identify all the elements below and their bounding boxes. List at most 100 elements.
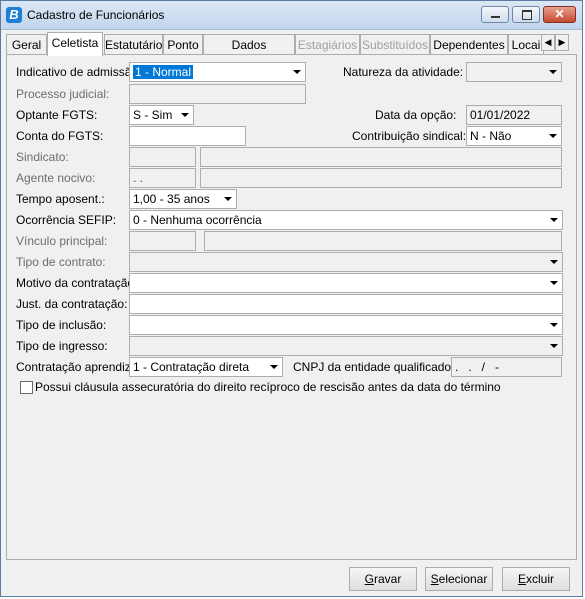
gravar-label: ravar <box>374 572 402 586</box>
vinculo-principal-code-field <box>129 231 196 251</box>
agente-nocivo-name-field <box>200 168 562 188</box>
app-logo-icon: B <box>6 7 22 23</box>
agente-nocivo-code-value: . . <box>133 171 144 185</box>
chevron-down-icon <box>546 254 561 270</box>
selecionar-accel: S <box>430 572 439 586</box>
agente-nocivo-code-field: . . <box>129 168 196 188</box>
optante-fgts-value: S - Sim <box>133 108 173 122</box>
excluir-label: xcluir <box>526 572 555 586</box>
tab-label: Celetista <box>51 36 99 50</box>
tab-ponto[interactable]: Ponto <box>163 34 203 55</box>
tab-label: Estagiários <box>297 38 358 52</box>
cnpj-entidade-field: . . / - <box>451 357 562 377</box>
close-button[interactable]: ✕ <box>543 6 576 23</box>
selecionar-label: elecionar <box>438 572 488 586</box>
data-opcao-label: Data da opção: <box>375 108 457 122</box>
excluir-accel: E <box>517 572 526 586</box>
tab-locais[interactable]: Locai <box>508 34 544 55</box>
chevron-down-icon <box>177 107 192 123</box>
tab-bar: Geral Celetista Estatutário Ponto Dados … <box>6 32 581 72</box>
cnpj-entidade-value: . . / - <box>455 360 500 374</box>
data-opcao-value: 01/01/2022 <box>470 108 531 122</box>
sindicato-code-field <box>129 147 196 167</box>
conta-fgts-label: Conta do FGTS: <box>16 129 104 143</box>
natureza-atividade-label: Natureza da atividade: <box>343 65 464 79</box>
tab-label: Locai <box>511 38 541 52</box>
contribuicao-sindical-value: N - Não <box>470 129 512 143</box>
maximize-icon <box>522 10 532 20</box>
sindicato-label: Sindicato: <box>16 150 69 164</box>
chevron-down-icon <box>546 212 561 228</box>
title-bar[interactable]: B Cadastro de Funcionários ✕ <box>1 1 582 30</box>
main-window: B Cadastro de Funcionários ✕ Geral Celet… <box>0 0 583 597</box>
data-opcao-field: 01/01/2022 <box>466 105 562 125</box>
just-contratacao-input[interactable] <box>129 294 563 314</box>
tab-scroll-right-icon[interactable]: ▶ <box>555 34 569 51</box>
tab-label: Substituídos <box>361 38 429 52</box>
tab-celetista[interactable]: Celetista <box>47 32 103 56</box>
tipo-contrato-label: Tipo de contrato: <box>16 255 106 269</box>
tab-label: Ponto <box>167 38 199 52</box>
tab-label: Estatutário <box>105 38 163 52</box>
tipo-contrato-select <box>129 252 563 272</box>
tipo-inclusao-label: Tipo de inclusão: <box>16 318 107 332</box>
tab-label: Dependentes <box>433 38 505 52</box>
selecionar-button[interactable]: Selecionar <box>425 567 493 591</box>
just-contratacao-label: Just. da contratação: <box>16 297 128 311</box>
tempo-aposent-value: 1,00 - 35 anos <box>133 192 210 206</box>
contratacao-aprendiz-value: 1 - Contratação direta <box>133 360 250 374</box>
chevron-down-icon <box>545 128 560 144</box>
tipo-ingresso-select <box>129 336 563 356</box>
tipo-inclusao-select[interactable] <box>129 315 563 335</box>
tab-substituidos: Substituídos <box>360 34 430 55</box>
processo-judicial-field <box>129 84 306 104</box>
tipo-ingresso-label: Tipo de ingresso: <box>16 339 108 353</box>
processo-judicial-label: Processo judicial: <box>16 87 110 101</box>
tempo-aposent-label: Tempo aposent.: <box>16 192 105 206</box>
ocorrencia-sefip-value: 0 - Nenhuma ocorrência <box>133 213 262 227</box>
chevron-down-icon <box>220 191 235 207</box>
maximize-button[interactable] <box>512 6 540 23</box>
motivo-contratacao-select[interactable] <box>129 273 563 293</box>
indicativo-admissao-label: Indicativo de admissão: <box>16 65 142 79</box>
optante-fgts-select[interactable]: S - Sim <box>129 105 194 125</box>
tab-dependentes[interactable]: Dependentes <box>430 34 508 55</box>
vinculo-principal-name-field <box>204 231 562 251</box>
excluir-button[interactable]: Excluir <box>502 567 570 591</box>
chevron-down-icon <box>545 64 560 80</box>
indicativo-admissao-select[interactable]: 1 - Normal <box>129 62 306 82</box>
chevron-down-icon <box>546 317 561 333</box>
contratacao-aprendiz-label: Contratação aprendiz: <box>16 360 135 374</box>
clausula-label: Possui cláusula assecuratória do direito… <box>35 380 501 394</box>
ocorrencia-sefip-select[interactable]: 0 - Nenhuma ocorrência <box>129 210 563 230</box>
clausula-checkbox[interactable] <box>20 381 33 394</box>
chevron-down-icon <box>546 338 561 354</box>
tab-dados-adicionais[interactable]: Dados adicionais <box>203 34 295 72</box>
close-icon: ✕ <box>554 7 565 21</box>
chevron-down-icon <box>546 275 561 291</box>
gravar-button[interactable]: Gravar <box>349 567 417 591</box>
tab-estagiarios: Estagiários <box>295 34 360 55</box>
sindicato-name-field <box>200 147 562 167</box>
gravar-accel: G <box>364 572 374 586</box>
minimize-button[interactable] <box>481 6 509 23</box>
chevron-down-icon <box>289 64 304 80</box>
tab-label: Geral <box>11 38 42 52</box>
contribuicao-sindical-select[interactable]: N - Não <box>466 126 562 146</box>
vinculo-principal-label: Vínculo principal: <box>16 234 108 248</box>
contratacao-aprendiz-select[interactable]: 1 - Contratação direta <box>129 357 283 377</box>
tempo-aposent-select[interactable]: 1,00 - 35 anos <box>129 189 237 209</box>
tab-estatutario[interactable]: Estatutário <box>104 34 163 55</box>
chevron-down-icon <box>266 359 281 375</box>
ocorrencia-sefip-label: Ocorrência SEFIP: <box>16 213 117 227</box>
tab-scroll-left-icon[interactable]: ◀ <box>541 34 555 51</box>
optante-fgts-label: Optante FGTS: <box>16 108 98 122</box>
motivo-contratacao-label: Motivo da contratação: <box>16 276 138 290</box>
natureza-atividade-select[interactable] <box>466 62 562 82</box>
minimize-icon <box>491 16 500 18</box>
window-title: Cadastro de Funcionários <box>27 8 165 22</box>
agente-nocivo-label: Agente nocivo: <box>16 171 96 185</box>
conta-fgts-input[interactable] <box>129 126 246 146</box>
cnpj-entidade-label: CNPJ da entidade qualificadora: <box>293 360 466 374</box>
tab-geral[interactable]: Geral <box>6 34 47 55</box>
